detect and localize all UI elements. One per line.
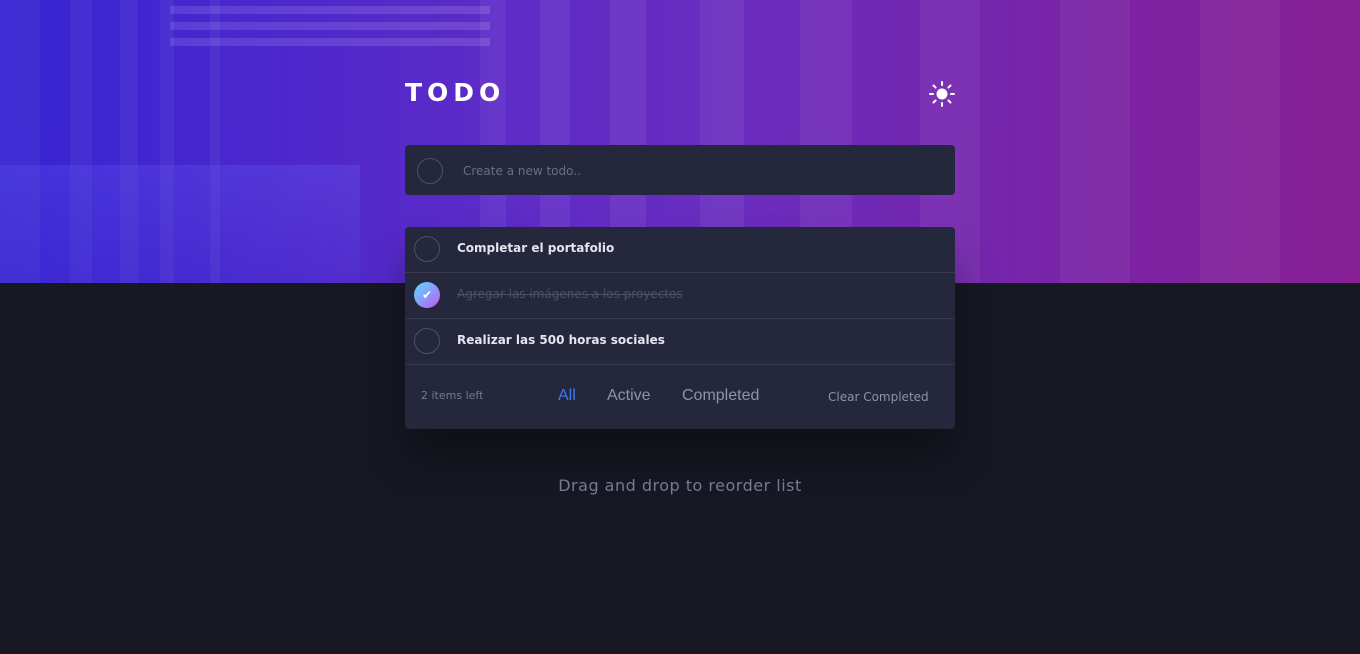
new-todo-input[interactable] [461,158,935,184]
sun-icon [929,81,955,107]
reorder-hint: Drag and drop to reorder list [558,476,802,495]
todo-checkbox[interactable] [414,236,440,262]
todo-checkbox[interactable] [414,328,440,354]
check-icon: ✔ [421,288,433,302]
todo-text-completed: Agregar las imágenes a los proyectos [457,287,683,301]
todo-text: Realizar las 500 horas sociales [457,333,665,347]
filter-active[interactable]: Active [607,387,651,405]
todo-item[interactable]: ✔ Agregar las imágenes a los proyectos [405,273,955,319]
todo-checkbox-checked[interactable]: ✔ [414,282,440,308]
todo-text: Completar el portafolio [457,241,615,255]
theme-toggle-button[interactable] [928,80,956,108]
app-title: TODO [405,78,506,107]
todo-item[interactable]: Realizar las 500 horas sociales [405,319,955,365]
todo-footer: 2 items left All Active Completed Clear … [405,365,955,429]
filter-completed[interactable]: Completed [682,387,759,405]
new-todo-bar [405,145,955,195]
items-left-count: 2 items left [421,389,484,402]
todo-list: Completar el portafolio ✔ Agregar las im… [405,227,955,429]
new-todo-checkbox[interactable] [417,158,443,184]
clear-completed-button[interactable]: Clear Completed [828,390,929,404]
filter-all[interactable]: All [558,387,576,405]
todo-item[interactable]: Completar el portafolio [405,227,955,273]
